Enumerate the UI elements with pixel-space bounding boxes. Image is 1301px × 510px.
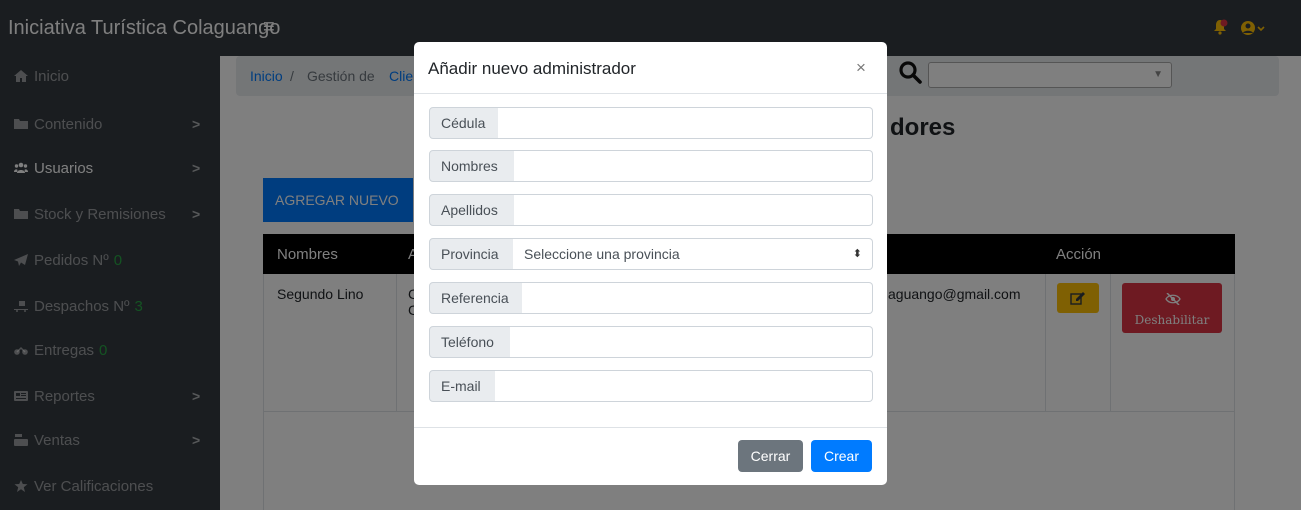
modal-footer-divider bbox=[414, 427, 887, 428]
referencia-input-group: Referencia bbox=[429, 282, 873, 314]
cedula-label: Cédula bbox=[429, 107, 499, 139]
apellidos-label: Apellidos bbox=[429, 194, 515, 226]
apellidos-input-group: Apellidos bbox=[429, 194, 873, 226]
apellidos-field[interactable] bbox=[514, 194, 873, 226]
modal-title: Añadir nuevo administrador bbox=[428, 59, 636, 78]
nombres-field[interactable] bbox=[514, 150, 873, 182]
email-input[interactable] bbox=[506, 372, 861, 400]
cedula-input-group: Cédula bbox=[429, 107, 873, 139]
cedula-input[interactable] bbox=[509, 109, 861, 137]
cedula-field[interactable] bbox=[498, 107, 873, 139]
nombres-input[interactable] bbox=[525, 152, 861, 180]
email-input-group: E-mail bbox=[429, 370, 873, 402]
modal-header: Añadir nuevo administrador × bbox=[414, 42, 887, 94]
provincia-selected-value: Seleccione una provincia bbox=[524, 246, 680, 262]
telefono-input[interactable] bbox=[521, 328, 861, 356]
provincia-select[interactable]: Seleccione una provincia ⬍ bbox=[513, 238, 873, 270]
telefono-input-group: Teléfono bbox=[429, 326, 873, 358]
close-button[interactable]: Cerrar bbox=[738, 440, 803, 472]
referencia-input[interactable] bbox=[533, 284, 861, 312]
email-field[interactable] bbox=[495, 370, 873, 402]
referencia-label: Referencia bbox=[429, 282, 523, 314]
referencia-field[interactable] bbox=[522, 282, 873, 314]
nombres-input-group: Nombres bbox=[429, 150, 873, 182]
add-admin-modal: Añadir nuevo administrador × Cédula Nomb… bbox=[414, 42, 887, 485]
email-label: E-mail bbox=[429, 370, 496, 402]
provincia-input-group: Provincia Seleccione una provincia ⬍ bbox=[429, 238, 873, 270]
apellidos-input[interactable] bbox=[525, 196, 861, 224]
close-icon[interactable]: × bbox=[856, 58, 866, 78]
telefono-field[interactable] bbox=[510, 326, 873, 358]
provincia-label: Provincia bbox=[429, 238, 514, 270]
sort-arrows-icon: ⬍ bbox=[852, 248, 862, 260]
nombres-label: Nombres bbox=[429, 150, 515, 182]
create-button[interactable]: Crear bbox=[811, 440, 872, 472]
telefono-label: Teléfono bbox=[429, 326, 511, 358]
